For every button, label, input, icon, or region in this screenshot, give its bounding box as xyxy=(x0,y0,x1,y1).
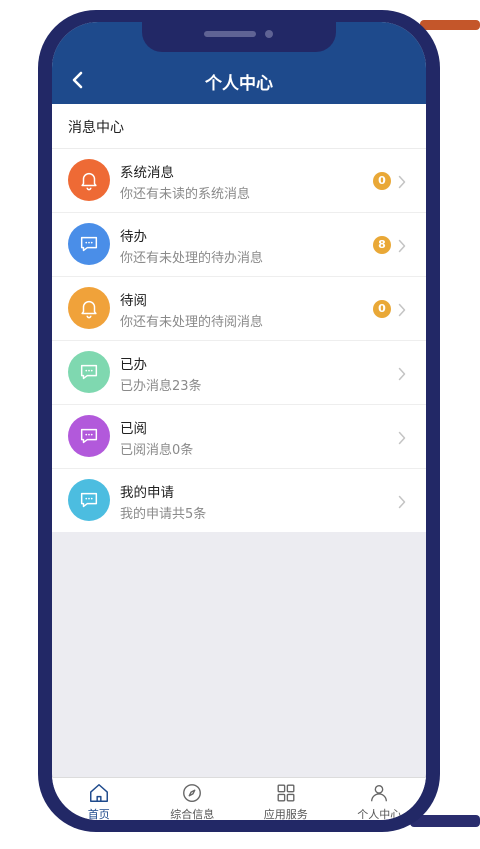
message-row[interactable]: 已办已办消息23条 xyxy=(52,341,426,405)
message-subtitle: 你还有未处理的待办消息 xyxy=(120,251,264,266)
tab-label: 首页 xyxy=(87,808,110,820)
home-icon xyxy=(88,782,110,804)
chat-icon xyxy=(68,479,110,521)
message-title: 待办 xyxy=(120,229,147,245)
page-title: 个人中心 xyxy=(205,74,273,94)
message-row[interactable]: 已阅已阅消息0条 xyxy=(52,405,426,469)
message-row[interactable]: 待办你还有未处理的待办消息 8 xyxy=(52,213,426,277)
message-subtitle: 你还有未处理的待阅消息 xyxy=(120,315,264,330)
compass-icon xyxy=(181,782,203,804)
bottom-tab-bar: 首页 综合信息 应用服务 个人中心 xyxy=(52,777,426,820)
message-subtitle: 你还有未读的系统消息 xyxy=(120,187,251,202)
message-row[interactable]: 系统消息你还有未读的系统消息 0 xyxy=(52,149,426,213)
count-badge: 8 xyxy=(373,236,391,254)
tab-label: 综合信息 xyxy=(170,808,215,820)
message-row[interactable]: 我的申请我的申请共5条 xyxy=(52,469,426,532)
tab-grid[interactable]: 应用服务 xyxy=(239,778,333,820)
chevron-right-icon xyxy=(398,302,406,321)
message-center-header: 消息中心 xyxy=(52,104,426,149)
message-subtitle: 已办消息23条 xyxy=(120,379,202,394)
count-badge: 0 xyxy=(373,300,391,318)
chat-icon xyxy=(68,223,110,265)
grid-icon xyxy=(275,782,297,804)
person-icon xyxy=(368,782,390,804)
chat-icon xyxy=(68,415,110,457)
message-subtitle: 已阅消息0条 xyxy=(120,443,194,458)
front-camera xyxy=(265,30,273,38)
count-badge: 0 xyxy=(373,172,391,190)
message-title: 已办 xyxy=(120,357,147,373)
message-title: 待阅 xyxy=(120,293,147,309)
phone-frame: 个人中心 消息中心 系统消息 你还有未读的系统消息 0 待办 你还有未处理的待办消息 8 待… xyxy=(38,10,440,832)
chevron-right-icon xyxy=(398,494,406,513)
speaker-grille xyxy=(204,31,256,37)
tab-compass[interactable]: 综合信息 xyxy=(146,778,240,820)
background-accent-top xyxy=(420,20,480,30)
tab-person[interactable]: 个人中心 xyxy=(333,778,427,820)
tab-home[interactable]: 首页 xyxy=(52,778,146,820)
message-row[interactable]: 待阅你还有未处理的待阅消息 0 xyxy=(52,277,426,341)
tab-label: 个人中心 xyxy=(357,808,402,820)
bell-icon xyxy=(68,159,110,201)
chevron-right-icon xyxy=(398,366,406,385)
message-subtitle: 我的申请共5条 xyxy=(120,507,207,522)
tab-label: 应用服务 xyxy=(263,808,308,820)
chevron-right-icon xyxy=(398,238,406,257)
phone-notch xyxy=(142,22,336,52)
chat-icon xyxy=(68,351,110,393)
chevron-right-icon xyxy=(398,174,406,193)
message-title: 已阅 xyxy=(120,421,147,437)
section-title: 消息中心 xyxy=(68,120,124,136)
message-title: 我的申请 xyxy=(120,485,174,501)
phone-screen: 个人中心 消息中心 系统消息 你还有未读的系统消息 0 待办 你还有未处理的待办消息 8 待… xyxy=(52,22,426,820)
message-list: 系统消息你还有未读的系统消息 0 待办你还有未处理的待办消息 8 待阅你还有未处理的待阅… xyxy=(52,149,426,532)
message-title: 系统消息 xyxy=(120,165,174,181)
chevron-right-icon xyxy=(398,430,406,449)
bell-icon xyxy=(68,287,110,329)
